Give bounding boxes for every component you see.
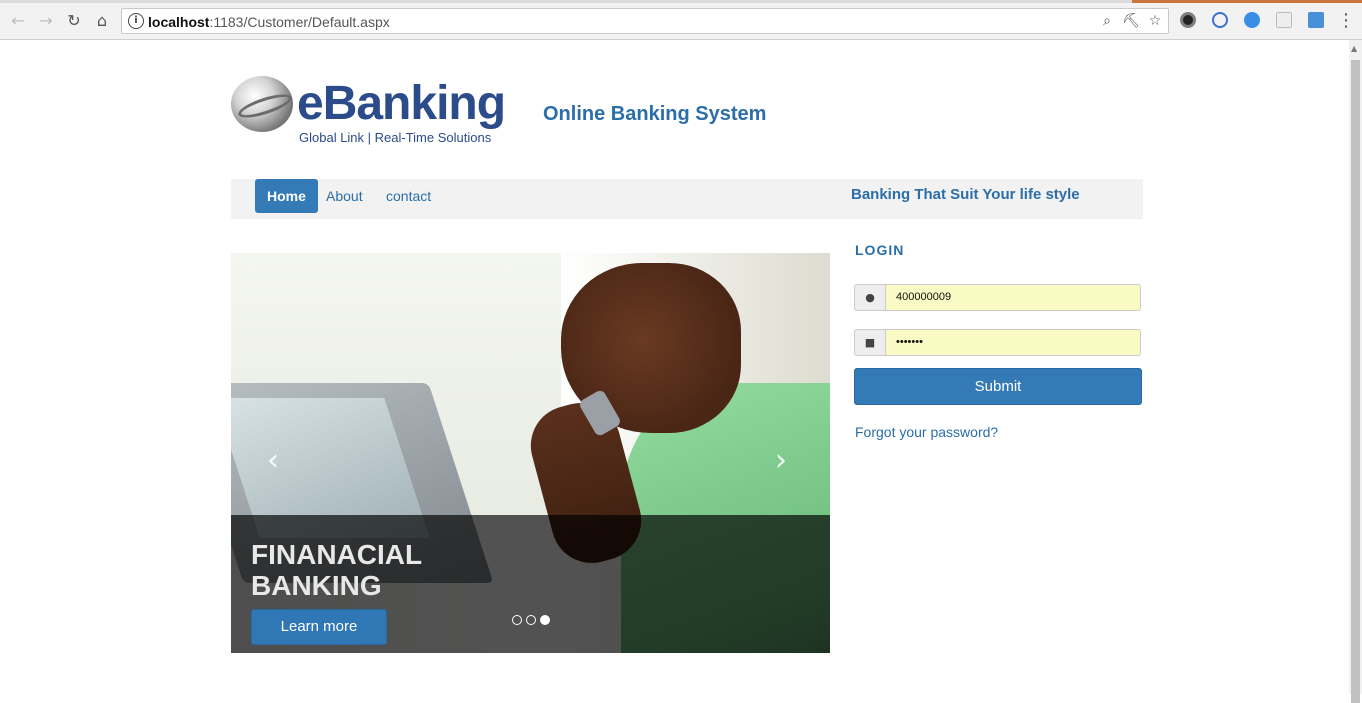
main-navbar: Home About contact Banking That Suit You… xyxy=(231,179,1143,219)
nav-contact[interactable]: contact xyxy=(374,179,443,213)
ebanking-logo: eBanking Global Link | Real-Time Solutio… xyxy=(231,72,521,152)
extension-check-icon[interactable] xyxy=(1244,12,1260,28)
carousel-indicator-2[interactable] xyxy=(526,615,536,625)
extension-sync-icon[interactable] xyxy=(1212,12,1228,28)
forgot-password-link[interactable]: Forgot your password? xyxy=(855,424,998,440)
logo-tagline: Global Link | Real-Time Solutions xyxy=(299,130,492,145)
carousel-indicator-1[interactable] xyxy=(512,615,522,625)
zoom-icon[interactable]: ⌕ xyxy=(1099,13,1115,29)
forward-arrow-icon[interactable]: → xyxy=(36,10,56,30)
site-title: Online Banking System xyxy=(543,103,767,125)
submit-button[interactable]: Submit xyxy=(854,368,1142,405)
url-path: :1183/Customer/Default.aspx xyxy=(209,14,390,30)
lock-icon: ■ xyxy=(854,329,885,356)
globe-logo-icon xyxy=(231,76,293,132)
carousel-caption-title: FINANACIAL BANKING xyxy=(251,539,422,601)
carousel-indicator-3[interactable] xyxy=(540,615,550,625)
tab-strip xyxy=(0,0,1362,3)
carousel-indicators xyxy=(512,615,550,625)
home-icon[interactable]: ⌂ xyxy=(92,10,112,30)
page-scrollbar[interactable]: ▲ xyxy=(1349,40,1362,703)
scroll-up-icon[interactable]: ▲ xyxy=(1351,44,1357,53)
address-bar[interactable]: i localhost:1183/Customer/Default.aspx ⌕… xyxy=(121,8,1169,34)
browser-toolbar: ← → ↻ ⌂ i localhost:1183/Customer/Defaul… xyxy=(0,0,1362,40)
password-group: ■ ••••••• xyxy=(854,329,1141,356)
username-field[interactable]: 400000009 xyxy=(885,284,1141,311)
reload-icon[interactable]: ↻ xyxy=(64,10,84,30)
back-arrow-icon[interactable]: ← xyxy=(8,10,28,30)
nav-about[interactable]: About xyxy=(314,179,375,213)
active-tab-indicator xyxy=(1132,0,1362,3)
hero-carousel: ‹ › FINANACIAL BANKING Learn more xyxy=(231,253,830,653)
url-host: localhost xyxy=(148,14,210,30)
carousel-next-icon[interactable]: › xyxy=(775,443,787,478)
learn-more-button[interactable]: Learn more xyxy=(251,609,387,645)
password-field[interactable]: ••••••• xyxy=(885,329,1141,356)
carousel-prev-icon[interactable]: ‹ xyxy=(267,443,279,478)
site-info-icon[interactable]: i xyxy=(128,13,144,29)
username-group: ● 400000009 xyxy=(854,284,1141,311)
user-icon: ● xyxy=(854,284,885,311)
nav-tagline: Banking That Suit Your life style xyxy=(851,186,1080,203)
extension-square-icon[interactable] xyxy=(1308,12,1324,28)
url-text[interactable]: localhost:1183/Customer/Default.aspx xyxy=(148,14,390,30)
key-icon[interactable]: ⛏ xyxy=(1122,13,1140,29)
scrollbar-thumb[interactable] xyxy=(1351,60,1360,703)
kebab-menu-icon[interactable]: ⋮ xyxy=(1336,10,1356,31)
bookmark-star-icon[interactable]: ☆ xyxy=(1147,13,1163,29)
login-heading: LOGIN xyxy=(855,242,905,258)
logo-wordmark: eBanking xyxy=(297,77,506,130)
nav-home[interactable]: Home xyxy=(255,179,318,213)
extension-dark-icon[interactable] xyxy=(1180,12,1196,28)
extension-cast-icon[interactable] xyxy=(1276,12,1292,28)
